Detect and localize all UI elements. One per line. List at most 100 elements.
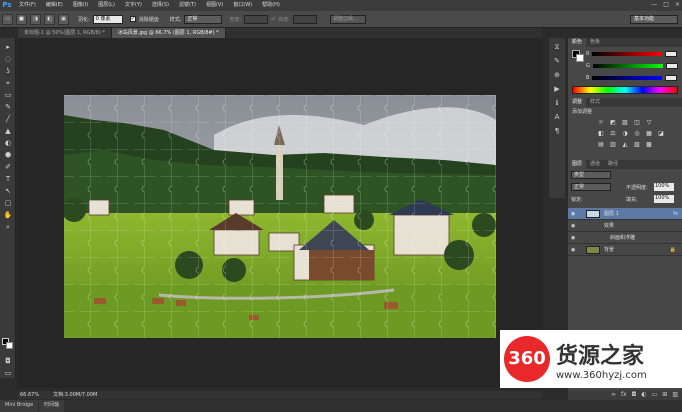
- tab-swatches[interactable]: 色板: [586, 38, 604, 47]
- style-select[interactable]: 正常: [184, 14, 223, 24]
- opacity-input[interactable]: 100%: [654, 183, 674, 191]
- layer-row-layer1[interactable]: ◉ 图层 1 fx: [568, 208, 682, 220]
- green-slider[interactable]: G: [586, 62, 678, 70]
- type-tool-icon[interactable]: T: [3, 174, 13, 184]
- menu-image[interactable]: 图像(I): [68, 0, 93, 11]
- quick-mask-icon[interactable]: ◘: [3, 356, 13, 366]
- maximize-button[interactable]: □: [663, 1, 669, 8]
- new-selection-icon[interactable]: ■: [16, 13, 27, 25]
- red-slider[interactable]: R: [586, 50, 678, 58]
- eye-icon[interactable]: ◉: [571, 244, 575, 256]
- path-select-tool-icon[interactable]: ↖: [3, 186, 13, 196]
- layer-name[interactable]: 图层 1: [604, 208, 619, 220]
- layer-filter-select[interactable]: 类型: [571, 171, 611, 179]
- brush-tool-icon[interactable]: ╱: [3, 114, 13, 124]
- crop-tool-icon[interactable]: ▭: [3, 90, 13, 100]
- fill-input[interactable]: 100%: [654, 195, 674, 203]
- info-icon[interactable]: ℹ: [552, 98, 562, 108]
- blue-track[interactable]: [592, 76, 663, 80]
- menu-filter[interactable]: 滤镜(T): [174, 0, 201, 11]
- feather-input[interactable]: 0 像素: [92, 14, 123, 24]
- blue-slider[interactable]: B: [586, 74, 678, 82]
- red-value[interactable]: [665, 51, 678, 57]
- blue-value[interactable]: [665, 75, 678, 81]
- menu-help[interactable]: 帮助(H): [257, 0, 285, 11]
- history-icon[interactable]: ⧖: [552, 42, 562, 52]
- screen-mode-icon[interactable]: ▭: [3, 368, 13, 378]
- fx-icon[interactable]: fx: [621, 390, 627, 400]
- color-spectrum[interactable]: [572, 86, 678, 94]
- curves-icon[interactable]: ▨: [620, 118, 630, 127]
- selective-color-icon[interactable]: ▧: [632, 140, 642, 149]
- document-size[interactable]: 文档:3.00M/7.00M: [53, 391, 97, 399]
- adjust-layer-icon[interactable]: ◐: [641, 390, 646, 400]
- fx-badge[interactable]: fx: [673, 208, 678, 220]
- menu-window[interactable]: 窗口(W): [228, 0, 257, 11]
- pen-tool-icon[interactable]: ✐: [3, 162, 13, 172]
- menu-select[interactable]: 选择(S): [147, 0, 174, 11]
- refine-edge-button[interactable]: 调整边缘...: [329, 14, 366, 24]
- clone-source-icon[interactable]: ⊕: [552, 70, 562, 80]
- zoom-level[interactable]: 66.67%: [20, 391, 39, 399]
- swap-icon[interactable]: ⇄: [271, 16, 275, 22]
- menu-file[interactable]: 文件(F): [14, 0, 41, 11]
- layer-name[interactable]: 背景: [604, 244, 614, 256]
- gradient-map-icon[interactable]: ▩: [644, 140, 654, 149]
- workspace-select[interactable]: 基本功能: [630, 15, 678, 24]
- tab-layers[interactable]: 图层: [568, 160, 587, 169]
- folder-icon[interactable]: ▭: [652, 390, 658, 400]
- mask-icon[interactable]: ◘: [632, 390, 637, 400]
- layer-row-background[interactable]: ◉ 背景 🔒: [568, 244, 682, 256]
- exposure-icon[interactable]: ◫: [632, 118, 642, 127]
- brush-settings-icon[interactable]: ✎: [552, 56, 562, 66]
- trash-icon[interactable]: ▥: [672, 390, 678, 400]
- lasso-tool-icon[interactable]: ʖ: [3, 66, 13, 76]
- tab-timeline[interactable]: 时间轴: [39, 400, 65, 412]
- intersect-selection-icon[interactable]: ▣: [58, 13, 69, 25]
- color-bg-swatch[interactable]: [576, 54, 584, 62]
- color-lookup-icon[interactable]: ◪: [656, 129, 666, 138]
- hue-sat-icon[interactable]: ◧: [596, 129, 606, 138]
- color-balance-icon[interactable]: ⚖: [608, 129, 618, 138]
- eraser-tool-icon[interactable]: ⬢: [3, 150, 13, 160]
- marquee-tool-icon[interactable]: ◌: [3, 54, 13, 64]
- new-layer-icon[interactable]: ⊞: [662, 390, 667, 400]
- landscape-photo[interactable]: [64, 95, 496, 338]
- black-white-icon[interactable]: ◑: [620, 129, 630, 138]
- tab-landscape[interactable]: 冰岛风景.jpg @ 66.7% (图层 1, RGB/8#) *: [111, 28, 226, 38]
- height-input[interactable]: [292, 14, 317, 24]
- width-input[interactable]: [244, 14, 269, 24]
- paragraph-icon[interactable]: A: [552, 112, 562, 122]
- character-icon[interactable]: ¶: [552, 126, 562, 136]
- green-value[interactable]: [665, 63, 678, 69]
- layer-row-effects[interactable]: ◉ 效果: [568, 220, 682, 232]
- move-tool-icon[interactable]: ▸: [3, 42, 13, 52]
- zoom-tool-icon[interactable]: ⌕: [3, 222, 13, 232]
- menu-layer[interactable]: 图层(L): [93, 0, 120, 11]
- vibrance-icon[interactable]: ▽: [644, 118, 654, 127]
- red-track[interactable]: [592, 52, 663, 56]
- blend-mode-select[interactable]: 正常: [571, 183, 611, 191]
- tab-paths[interactable]: 路径: [604, 160, 622, 169]
- tab-untitled[interactable]: 未标题-1 @ 50%(图层 1, RGB/8) *: [18, 28, 112, 38]
- tab-adjustments[interactable]: 调整: [568, 98, 587, 107]
- close-button[interactable]: ×: [675, 1, 680, 8]
- channel-mixer-icon[interactable]: ▦: [644, 129, 654, 138]
- minimize-button[interactable]: —: [651, 1, 657, 8]
- tab-color[interactable]: 颜色: [568, 38, 587, 47]
- tab-channels[interactable]: 通道: [586, 160, 604, 169]
- tab-mini-bridge[interactable]: Mini Bridge: [0, 400, 39, 412]
- subtract-selection-icon[interactable]: ◧: [44, 13, 55, 25]
- posterize-icon[interactable]: ▥: [608, 140, 618, 149]
- history-brush-icon[interactable]: ◐: [3, 138, 13, 148]
- green-track[interactable]: [592, 64, 663, 68]
- add-selection-icon[interactable]: ◨: [30, 13, 41, 25]
- marquee-preset-icon[interactable]: ▭: [2, 13, 13, 25]
- invert-icon[interactable]: ▤: [596, 140, 606, 149]
- photo-filter-icon[interactable]: ◎: [632, 129, 642, 138]
- levels-icon[interactable]: ◩: [608, 118, 618, 127]
- actions-icon[interactable]: ▶: [552, 84, 562, 94]
- shape-tool-icon[interactable]: ▢: [3, 198, 13, 208]
- threshold-icon[interactable]: ◭: [620, 140, 630, 149]
- antialias-checkbox[interactable]: ✓: [129, 16, 136, 22]
